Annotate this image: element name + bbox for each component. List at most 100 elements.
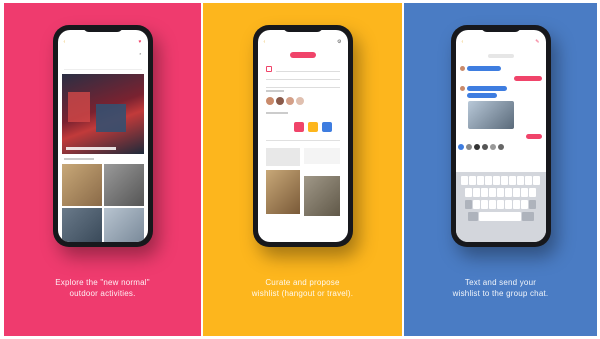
- settings-icon[interactable]: ⚙: [337, 39, 341, 45]
- message-bubble: [466, 93, 497, 98]
- photo-tile[interactable]: [61, 208, 102, 242]
- app-icon[interactable]: [489, 144, 496, 150]
- category-hangout[interactable]: [293, 122, 304, 132]
- phone-mockup: ‹ ⚙: [252, 25, 353, 247]
- phone-screen: ‹ ♥ ⌕: [57, 30, 148, 242]
- key-row: [458, 200, 544, 209]
- phone-mockup: ‹ ♥ ⌕: [52, 25, 153, 247]
- space-key[interactable]: [478, 212, 521, 221]
- image-detail: [67, 92, 90, 122]
- time-field[interactable]: [265, 76, 340, 80]
- key[interactable]: [473, 200, 480, 209]
- key[interactable]: [513, 188, 520, 197]
- app-icon[interactable]: [497, 144, 504, 150]
- avatar[interactable]: [275, 97, 284, 105]
- key[interactable]: [529, 188, 536, 197]
- category-travel[interactable]: [321, 122, 332, 132]
- return-key[interactable]: [521, 212, 534, 221]
- key[interactable]: [513, 200, 520, 209]
- key[interactable]: [493, 176, 500, 185]
- key[interactable]: [469, 176, 476, 185]
- phone-screen: ‹ ⚙: [257, 30, 348, 242]
- key[interactable]: [505, 200, 512, 209]
- avatar[interactable]: [265, 97, 274, 105]
- key[interactable]: [497, 188, 504, 197]
- key[interactable]: [517, 176, 524, 185]
- panel-explore: ‹ ♥ ⌕ Explore the "new normal" outdoor a…: [4, 3, 201, 336]
- search-icon[interactable]: ⌕: [139, 51, 141, 56]
- calendar-icon[interactable]: [265, 66, 272, 72]
- app-header: ‹ ⚙: [264, 39, 342, 47]
- wishlist-photo[interactable]: [265, 170, 300, 214]
- key[interactable]: [481, 200, 488, 209]
- avatar[interactable]: [295, 97, 304, 105]
- caption-line-1: Curate and propose: [265, 278, 340, 287]
- avatar: [459, 86, 465, 91]
- divider: [265, 140, 340, 141]
- app-icon[interactable]: [473, 144, 480, 150]
- category-food[interactable]: [307, 122, 318, 132]
- caption-line-2: outdoor activities.: [69, 289, 136, 298]
- message-bubble: [466, 66, 501, 71]
- back-icon[interactable]: ‹: [462, 39, 464, 45]
- app-icon[interactable]: [457, 144, 464, 150]
- key[interactable]: [497, 200, 504, 209]
- shared-wishlist-card[interactable]: [467, 101, 514, 129]
- image-caption-text: [65, 147, 116, 150]
- key[interactable]: [521, 200, 528, 209]
- edit-icon[interactable]: ✎: [535, 39, 539, 45]
- photo-tile[interactable]: [103, 164, 144, 206]
- search-row[interactable]: ⌕: [64, 51, 141, 57]
- caption-line-2: wishlist to the group chat.: [452, 289, 549, 298]
- key[interactable]: [465, 188, 472, 197]
- key[interactable]: [501, 176, 508, 185]
- message-bubble: [525, 134, 542, 139]
- key[interactable]: [489, 200, 496, 209]
- caption: Curate and propose wishlist (hangout or …: [203, 277, 402, 299]
- key[interactable]: [505, 188, 512, 197]
- chat-header: ‹ ✎: [462, 39, 540, 47]
- back-icon[interactable]: ‹: [264, 39, 266, 45]
- panel-curate: ‹ ⚙ Curate and propose wishlist (hangout…: [203, 3, 402, 336]
- featured-image[interactable]: [61, 74, 144, 154]
- numbers-key[interactable]: [467, 212, 478, 221]
- wishlist-card[interactable]: [265, 148, 300, 166]
- message-bubble: [466, 86, 507, 91]
- phone-notch: [282, 25, 323, 32]
- shift-key[interactable]: [465, 200, 472, 209]
- photo-tile[interactable]: [103, 208, 144, 242]
- location-field[interactable]: [265, 84, 340, 88]
- key[interactable]: [533, 176, 540, 185]
- key[interactable]: [509, 176, 516, 185]
- key[interactable]: [461, 176, 468, 185]
- wishlist-text: [303, 148, 340, 164]
- caption-line-1: Explore the "new normal": [55, 278, 150, 287]
- caption-line-2: wishlist (hangout or travel).: [251, 289, 354, 298]
- date-field[interactable]: [275, 68, 340, 72]
- wishlist-photo[interactable]: [303, 176, 340, 216]
- caption: Explore the "new normal" outdoor activit…: [4, 277, 201, 299]
- backspace-key[interactable]: [529, 200, 536, 209]
- photo-tile[interactable]: [61, 164, 102, 206]
- key[interactable]: [485, 176, 492, 185]
- key-row: [458, 176, 544, 185]
- key[interactable]: [525, 176, 532, 185]
- phone-mockup: ‹ ✎: [450, 25, 551, 247]
- app-icon[interactable]: [481, 144, 488, 150]
- avatar[interactable]: [285, 97, 294, 105]
- panel-chat: ‹ ✎ Text and send your wishlist to the g…: [404, 3, 597, 336]
- propose-button[interactable]: [289, 52, 316, 58]
- key[interactable]: [481, 188, 488, 197]
- key[interactable]: [477, 176, 484, 185]
- heart-icon[interactable]: ♥: [139, 39, 142, 45]
- back-icon[interactable]: ‹: [64, 39, 66, 45]
- phone-notch: [82, 25, 123, 32]
- key[interactable]: [473, 188, 480, 197]
- keyboard[interactable]: [455, 172, 546, 242]
- caption: Text and send your wishlist to the group…: [404, 277, 597, 299]
- app-icon[interactable]: [465, 144, 472, 150]
- key[interactable]: [521, 188, 528, 197]
- chat-subtitle: [487, 54, 514, 58]
- key[interactable]: [489, 188, 496, 197]
- avatar: [459, 66, 465, 71]
